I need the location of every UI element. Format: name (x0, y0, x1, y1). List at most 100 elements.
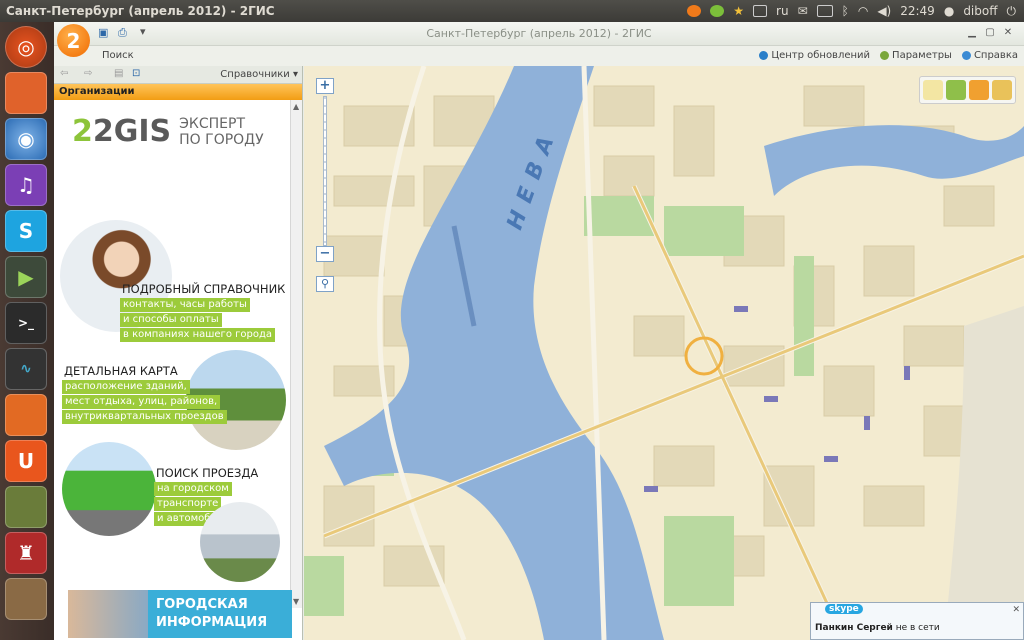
app-indicator-icon[interactable] (687, 5, 702, 17)
map-canvas[interactable] (304, 66, 1024, 640)
zoom-slider[interactable] (323, 96, 327, 246)
clock[interactable]: 22:49 (900, 4, 935, 18)
maximize-button[interactable]: ▢ (984, 28, 996, 39)
block1-line: в компаниях нашего города (120, 328, 275, 342)
scroll-up-icon[interactable]: ▲ (293, 102, 299, 111)
tagline-line1: ЭКСПЕРТ (179, 115, 246, 132)
ruler-icon[interactable] (923, 80, 943, 100)
zoom-control: + − ⚲ (314, 78, 338, 292)
skype-logo: skype (825, 604, 863, 614)
block2-line: расположение зданий, (62, 380, 190, 394)
block1-heading: ПОДРОБНЫЙ СПРАВОЧНИК (122, 282, 286, 296)
city-info-banner[interactable]: ГОРОДСКАЯ ИНФОРМАЦИЯ (68, 590, 292, 638)
block2-heading: ДЕТАЛЬНАЯ КАРТА (64, 364, 178, 378)
app-toolbar: Поиск Центр обновлений Параметры Справка (54, 46, 1024, 66)
battery-icon[interactable] (816, 5, 833, 17)
organizations-label: Организации (59, 86, 135, 97)
forward-icon[interactable]: ⇨ (84, 68, 92, 79)
block3-heading: ПОИСК ПРОЕЗДА (156, 466, 259, 480)
update-indicator-icon[interactable] (710, 5, 725, 17)
app-icon[interactable] (5, 394, 47, 436)
contact-status: не в сети (895, 623, 940, 633)
user-icon: ● (943, 4, 955, 18)
system-top-bar: Санкт-Петербург (апрель 2012) - 2ГИС ★ r… (0, 0, 1024, 22)
help-link[interactable]: Справка (961, 50, 1018, 61)
block3-line: транспорте (154, 497, 222, 511)
block2-line: мест отдыха, улиц, районов, (62, 395, 221, 409)
active-window-title: Санкт-Петербург (апрель 2012) - 2ГИС (6, 4, 275, 18)
skype-icon[interactable]: S (5, 210, 47, 252)
keyboard-layout[interactable]: ru (776, 4, 789, 18)
skype-notification[interactable]: skype ✕ Панкин Сергей не в сети (810, 602, 1024, 640)
close-notification-icon[interactable]: ✕ (1012, 605, 1020, 615)
wifi-icon[interactable]: ◠ (858, 4, 868, 18)
settings-icon (880, 51, 890, 60)
wine-icon[interactable]: ♜ (5, 532, 47, 574)
tagline: ЭКСПЕРТ ПО ГОРОДУ (179, 116, 264, 148)
banner-line1: ГОРОДСКАЯ (156, 597, 248, 612)
print-map-icon[interactable] (992, 80, 1012, 100)
updates-icon (759, 51, 769, 60)
block2-line: внутриквартальных проездов (62, 410, 227, 424)
traffic-icon[interactable] (969, 80, 989, 100)
nav-row: ⇦ ⇨ ▤ ⊡ Справочники ▾ (54, 66, 302, 84)
2gis-logo-icon[interactable]: 2 (57, 24, 90, 57)
window-titlebar: ▣ ⎙ ▾ Санкт-Петербург (апрель 2012) - 2Г… (54, 22, 1024, 46)
logo-text: 2GIS (92, 114, 172, 149)
promo-content: 22GIS ЭКСПЕРТ ПО ГОРОДУ ПОДРОБНЫЙ СПРАВО… (54, 100, 290, 640)
params-link[interactable]: Параметры (880, 50, 952, 61)
block1-line: и способы оплаты (120, 313, 222, 327)
scroll-down-icon[interactable]: ▼ (293, 597, 299, 606)
banner-line2: ИНФОРМАЦИЯ (156, 615, 268, 630)
power-icon[interactable]: ⏻ (1007, 4, 1017, 19)
directories-dropdown[interactable]: Справочники ▾ (220, 69, 298, 80)
storage-icon[interactable] (5, 578, 47, 620)
keyboard-icon[interactable] (753, 5, 768, 17)
map-tools (919, 76, 1016, 104)
search-tab[interactable]: Поиск (102, 50, 134, 61)
tank-icon[interactable] (5, 486, 47, 528)
family-photo (68, 590, 148, 638)
left-panel: ⇦ ⇨ ▤ ⊡ Справочники ▾ Организации 22GIS … (54, 66, 303, 640)
close-button[interactable]: ✕ (1002, 28, 1014, 39)
list-icon[interactable]: ▤ (114, 68, 123, 79)
app-window: 2 ▣ ⎙ ▾ Санкт-Петербург (апрель 2012) - … (54, 22, 1024, 640)
ubuntu-one-icon[interactable]: U (5, 440, 47, 482)
media-player-icon[interactable]: ▶ (5, 256, 47, 298)
layers-icon[interactable] (946, 80, 966, 100)
panel-scrollbar[interactable]: ▲ ▼ (290, 100, 302, 608)
terminal-icon[interactable]: >_ (5, 302, 47, 344)
launcher: ◎ ◉ ♫ S ▶ >_ ∿ U ♜ (0, 22, 54, 640)
fit-icon[interactable]: ⊡ (132, 68, 140, 79)
map-view[interactable]: НЕВА + − ⚲ (304, 66, 1024, 640)
block3-line: на городском (154, 482, 232, 496)
user-name[interactable]: diboff (963, 4, 997, 18)
car-photo (200, 502, 280, 582)
viber-icon[interactable]: ♫ (5, 164, 47, 206)
bluetooth-icon[interactable]: ᛒ (842, 4, 849, 18)
files-icon[interactable] (5, 72, 47, 114)
magnifier-icon[interactable]: ⚲ (316, 276, 334, 292)
ubuntu-icon[interactable]: ◎ (5, 26, 47, 68)
back-icon[interactable]: ⇦ (60, 68, 68, 79)
directories-label: Справочники (220, 69, 290, 80)
star-icon[interactable]: ★ (733, 4, 744, 18)
bus-photo (62, 442, 156, 536)
updates-link[interactable]: Центр обновлений (759, 50, 870, 61)
tagline-line2: ПО ГОРОДУ (179, 131, 264, 148)
chromium-icon[interactable]: ◉ (5, 118, 47, 160)
organizations-tab[interactable]: Организации (54, 84, 302, 100)
2gis-brand: 22GIS ЭКСПЕРТ ПО ГОРОДУ (72, 114, 264, 149)
minimize-button[interactable]: ▁ (966, 28, 978, 39)
help-label: Справка (973, 50, 1018, 61)
contact-name: Панкин Сергей (815, 623, 893, 633)
mail-icon[interactable]: ✉ (798, 4, 808, 18)
window-title: Санкт-Петербург (апрель 2012) - 2ГИС (426, 27, 652, 40)
system-monitor-icon[interactable]: ∿ (5, 348, 47, 390)
zoom-in-button[interactable]: + (316, 78, 334, 94)
volume-icon[interactable]: ◀) (877, 4, 891, 18)
help-icon (961, 51, 971, 60)
updates-label: Центр обновлений (771, 50, 871, 61)
2gis-logo: 22GIS (72, 114, 172, 149)
zoom-out-button[interactable]: − (316, 246, 334, 262)
